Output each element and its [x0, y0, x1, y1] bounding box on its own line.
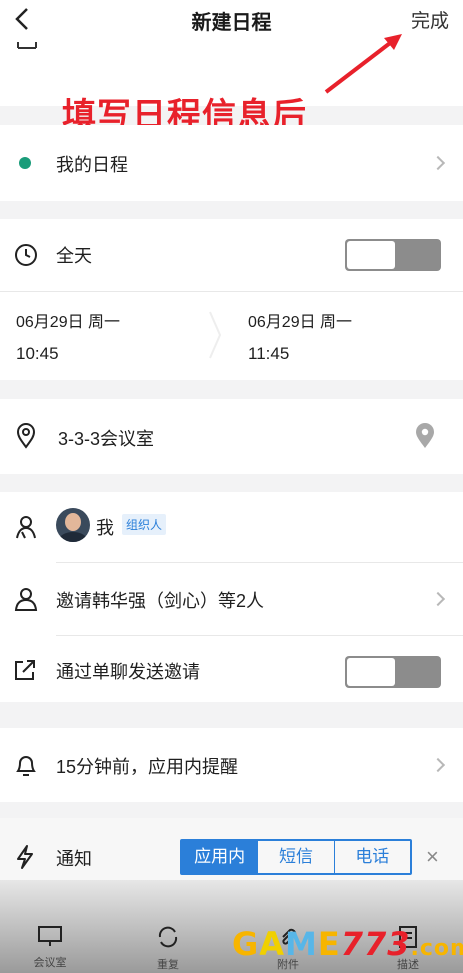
all-day-label: 全天: [56, 246, 92, 266]
calendar-select-row[interactable]: 我的日程: [0, 125, 463, 201]
lightning-icon: [17, 845, 33, 869]
reminder-row[interactable]: 15分钟前，应用内提醒: [0, 728, 463, 802]
share-external-icon: [15, 660, 35, 680]
calendar-label: 我的日程: [56, 155, 128, 175]
tab-meeting-room[interactable]: 会议室: [20, 925, 80, 970]
clock-icon: [15, 244, 37, 266]
done-button[interactable]: 完成: [411, 6, 449, 33]
annotation-arrow: [324, 34, 402, 94]
range-separator-icon: [209, 311, 222, 359]
channel-phone[interactable]: 电话: [335, 841, 410, 873]
calendar-color-dot: [19, 157, 31, 169]
start-date: 06月29日 周一: [16, 314, 121, 331]
all-day-row: 全天: [0, 219, 463, 291]
avatar[interactable]: [56, 508, 90, 542]
start-clock: 10:45: [16, 344, 59, 363]
end-clock: 11:45: [248, 344, 290, 363]
organizer-name: 我: [96, 518, 114, 538]
watermark-logo: GAME773.com: [232, 925, 463, 963]
person-outline-icon: [16, 516, 36, 539]
end-time[interactable]: 06月29日 周一 11:45: [248, 308, 352, 364]
location-row[interactable]: 3-3-3会议室: [0, 399, 463, 474]
invite-text: 邀请韩华强（剑心）等2人: [56, 591, 265, 611]
send-invite-toggle[interactable]: [345, 656, 441, 688]
end-date: 06月29日 周一: [248, 314, 353, 331]
tab-label: 会议室: [33, 957, 67, 969]
invite-row[interactable]: 邀请韩华强（剑心）等2人: [0, 563, 463, 635]
repeat-icon: [158, 926, 178, 948]
chevron-right-icon: [430, 757, 446, 773]
location-text: 3-3-3会议室: [58, 429, 155, 449]
tab-repeat[interactable]: 重复: [138, 925, 198, 972]
reminder-text: 15分钟前，应用内提醒: [56, 757, 239, 777]
time-range-row: 06月29日 周一 10:45 06月29日 周一 11:45: [0, 292, 463, 380]
send-invite-row: 通过单聊发送邀请: [0, 636, 463, 702]
all-day-toggle[interactable]: [345, 239, 441, 271]
notify-channel-selector: 应用内 短信 电话: [180, 839, 412, 875]
person-icon: [14, 588, 38, 611]
close-icon[interactable]: ×: [426, 844, 439, 870]
channel-in-app[interactable]: 应用内: [182, 841, 259, 873]
bell-icon: [16, 756, 36, 776]
notify-label: 通知: [56, 849, 92, 869]
chevron-right-icon: [430, 591, 446, 607]
channel-sms[interactable]: 短信: [258, 841, 335, 873]
location-pin-outline-icon: [16, 423, 36, 449]
start-time[interactable]: 06月29日 周一 10:45: [16, 308, 120, 364]
tab-label: 重复: [157, 959, 179, 971]
chevron-right-icon: [430, 155, 446, 171]
edit-icon: [17, 42, 37, 49]
send-invite-label: 通过单聊发送邀请: [56, 662, 200, 682]
map-pin-icon[interactable]: [414, 423, 436, 449]
organizer-tag: 组织人: [122, 514, 167, 535]
monitor-icon: [38, 926, 62, 946]
